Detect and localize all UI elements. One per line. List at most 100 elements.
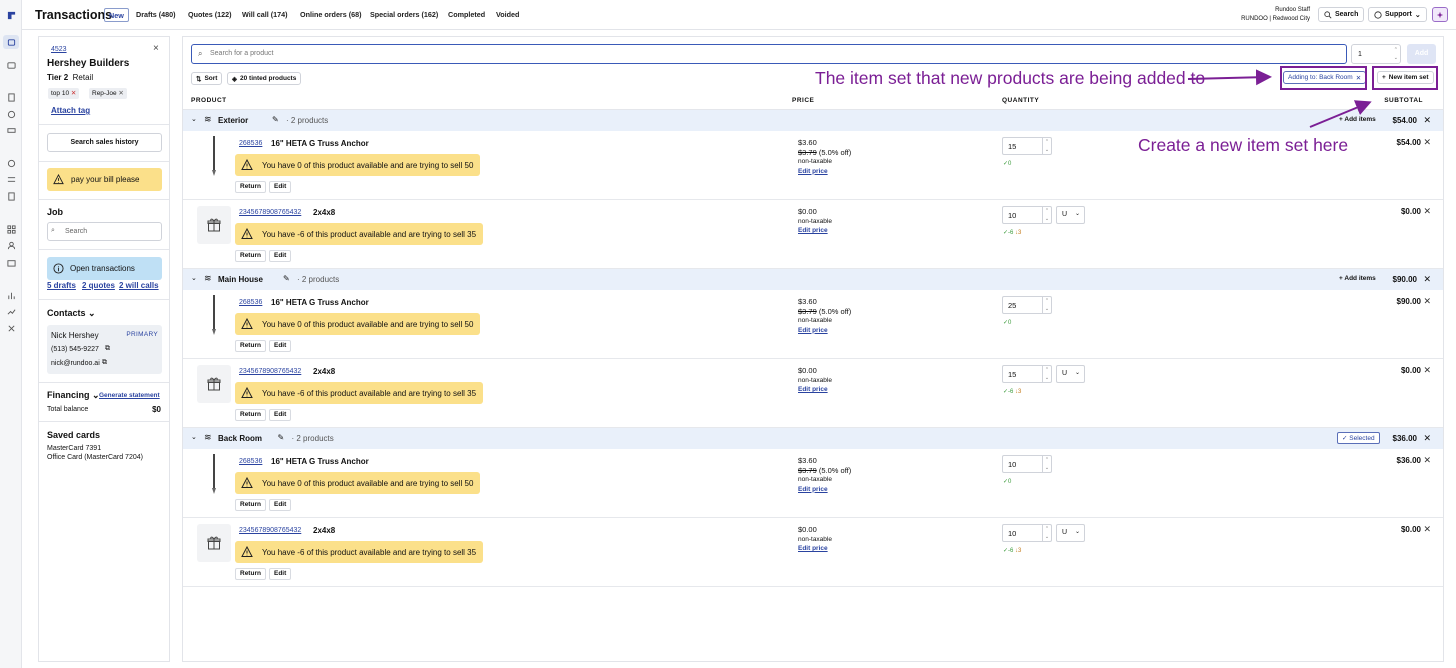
edit-price-link[interactable]: Edit price bbox=[798, 167, 851, 177]
quotes-link[interactable]: 2 quotes bbox=[82, 281, 115, 290]
remove-item-icon[interactable]: ✕ bbox=[1423, 455, 1431, 466]
unit-select[interactable]: U ⌄ bbox=[1056, 365, 1085, 383]
stepper-icon[interactable]: ⌃ ⌄ bbox=[1394, 46, 1398, 62]
tab-quotes[interactable]: Quotes (122) bbox=[188, 8, 232, 22]
pencil-icon[interactable]: ✎ bbox=[272, 115, 279, 124]
add-items-button[interactable]: + Add items bbox=[1339, 275, 1376, 282]
tab-new[interactable]: New bbox=[104, 8, 129, 22]
quantity-stepper[interactable]: 25 ⌃ ⌄ bbox=[1002, 296, 1052, 314]
sku-link[interactable]: 268536 bbox=[239, 458, 262, 465]
drafts-link[interactable]: 5 drafts bbox=[47, 281, 76, 290]
item-set-header[interactable]: ⌄ ≋ Back Room ✎ · 2 products ✓ Selected $36.00… bbox=[183, 428, 1443, 449]
remove-item-icon[interactable]: ✕ bbox=[1423, 206, 1431, 217]
edit-price-link[interactable]: Edit price bbox=[798, 485, 851, 495]
product-search-input[interactable]: ⌕ Search for a product bbox=[191, 44, 1347, 64]
tab-will-call[interactable]: Will call (174) bbox=[242, 8, 287, 22]
tab-voided[interactable]: Voided bbox=[496, 8, 519, 22]
stepper-icon[interactable]: ⌃ ⌄ bbox=[1042, 207, 1051, 223]
stepper-icon[interactable]: ⌃ ⌄ bbox=[1042, 366, 1051, 382]
remove-item-icon[interactable]: ✕ bbox=[1423, 137, 1431, 148]
sku-link[interactable]: 268536 bbox=[239, 299, 262, 306]
sku-link[interactable]: 2345678908765432 bbox=[239, 209, 301, 216]
logo-icon[interactable] bbox=[6, 10, 16, 20]
integrations-icon[interactable] bbox=[6, 323, 16, 333]
remove-item-icon[interactable]: ✕ bbox=[1423, 365, 1431, 376]
return-button[interactable]: Return bbox=[235, 250, 266, 262]
remove-tag-icon[interactable]: ✕ bbox=[118, 90, 123, 97]
sku-link[interactable]: 2345678908765432 bbox=[239, 368, 301, 375]
pencil-icon[interactable]: ✎ bbox=[278, 433, 285, 442]
pencil-icon[interactable]: ✎ bbox=[283, 274, 290, 283]
transactions-icon[interactable] bbox=[6, 92, 16, 102]
stepper-icon[interactable]: ⌃ ⌄ bbox=[1042, 297, 1051, 313]
copy-icon[interactable]: ⧉ bbox=[105, 345, 110, 353]
inventory-icon[interactable] bbox=[6, 158, 16, 168]
return-button[interactable]: Return bbox=[235, 499, 266, 511]
add-items-button[interactable]: + Add items bbox=[1339, 116, 1376, 123]
return-button[interactable]: Return bbox=[235, 409, 266, 421]
return-button[interactable]: Return bbox=[235, 568, 266, 580]
add-button[interactable]: Add bbox=[1407, 44, 1436, 64]
remove-set-icon[interactable]: ✕ bbox=[1423, 115, 1431, 126]
stepper-icon[interactable]: ⌃ ⌄ bbox=[1042, 525, 1051, 541]
edit-price-link[interactable]: Edit price bbox=[798, 385, 832, 395]
return-button[interactable]: Return bbox=[235, 181, 266, 193]
generate-statement-link[interactable]: Generate statement bbox=[99, 392, 160, 399]
edit-price-link[interactable]: Edit price bbox=[798, 326, 851, 336]
magic-button[interactable] bbox=[1432, 7, 1448, 22]
remove-set-icon[interactable]: ✕ bbox=[1423, 274, 1431, 285]
attach-tag-link[interactable]: Attach tag bbox=[51, 106, 90, 115]
tag-chip[interactable]: Rep-Joe ✕ bbox=[89, 88, 127, 99]
tinted-products-button[interactable]: ◈ 20 tinted products bbox=[227, 72, 302, 85]
remove-item-icon[interactable]: ✕ bbox=[1423, 296, 1431, 307]
transfer-icon[interactable] bbox=[6, 174, 16, 184]
user-info[interactable]: Rundoo Staff RUNDOO | Redwood City bbox=[1241, 6, 1310, 23]
tab-drafts[interactable]: Drafts (480) bbox=[136, 8, 176, 22]
quantity-stepper[interactable]: 10 ⌃ ⌄ bbox=[1002, 524, 1052, 542]
customers-icon[interactable] bbox=[6, 240, 16, 250]
catalog-icon[interactable] bbox=[6, 224, 16, 234]
edit-button[interactable]: Edit bbox=[269, 409, 292, 421]
quantity-stepper[interactable]: 15 ⌃ ⌄ bbox=[1002, 137, 1052, 155]
stepper-icon[interactable]: ⌃ ⌄ bbox=[1042, 138, 1051, 154]
tab-special-orders[interactable]: Special orders (162) bbox=[370, 8, 438, 22]
edit-price-link[interactable]: Edit price bbox=[798, 226, 832, 236]
edit-button[interactable]: Edit bbox=[269, 499, 292, 511]
sort-button[interactable]: ⇅ Sort bbox=[191, 72, 223, 85]
edit-button[interactable]: Edit bbox=[269, 340, 292, 352]
remove-tag-icon[interactable]: ✕ bbox=[71, 90, 76, 97]
register-icon[interactable] bbox=[3, 35, 19, 49]
contacts-heading[interactable]: Contacts ⌄ bbox=[47, 308, 96, 319]
financing-heading[interactable]: Financing ⌄ bbox=[47, 390, 100, 401]
unit-select[interactable]: U ⌄ bbox=[1056, 524, 1085, 542]
tab-completed[interactable]: Completed bbox=[448, 8, 485, 22]
inbox-icon[interactable] bbox=[6, 60, 16, 70]
item-set-header[interactable]: ⌄ ≋ Main House ✎ · 2 products + Add items $90.… bbox=[183, 269, 1443, 290]
quantity-stepper[interactable]: 10 ⌃ ⌄ bbox=[1002, 455, 1052, 473]
vendors-icon[interactable] bbox=[6, 257, 16, 267]
search-sales-history-button[interactable]: Search sales history bbox=[47, 133, 162, 152]
item-set-header[interactable]: ⌄ ≋ Exterior ✎ · 2 products + Add items $54.00… bbox=[183, 110, 1443, 131]
quantity-stepper[interactable]: 15 ⌃ ⌄ bbox=[1002, 365, 1052, 383]
payments-icon[interactable] bbox=[6, 109, 16, 119]
search-button[interactable]: Search bbox=[1318, 7, 1365, 22]
unit-select[interactable]: U ⌄ bbox=[1056, 206, 1085, 224]
quantity-stepper[interactable]: 10 ⌃ ⌄ bbox=[1002, 206, 1052, 224]
cash-icon[interactable] bbox=[6, 125, 16, 135]
orders-icon[interactable] bbox=[6, 191, 16, 201]
chevron-down-icon[interactable]: ⌄ bbox=[191, 274, 197, 282]
support-button[interactable]: Support ⌄ bbox=[1368, 7, 1427, 22]
stepper-icon[interactable]: ⌃ ⌄ bbox=[1042, 456, 1051, 472]
chevron-down-icon[interactable]: ⌄ bbox=[191, 433, 197, 441]
edit-price-link[interactable]: Edit price bbox=[798, 544, 832, 554]
analytics-icon[interactable] bbox=[6, 306, 16, 316]
sku-link[interactable]: 2345678908765432 bbox=[239, 527, 301, 534]
will-calls-link[interactable]: 2 will calls bbox=[119, 281, 159, 290]
copy-icon[interactable]: ⧉ bbox=[102, 359, 107, 367]
sku-link[interactable]: 268536 bbox=[239, 140, 262, 147]
selected-badge[interactable]: ✓ Selected bbox=[1337, 432, 1380, 444]
tag-chip[interactable]: top 10 ✕ bbox=[48, 88, 80, 99]
job-search-input[interactable]: Search bbox=[47, 222, 162, 241]
close-icon[interactable]: × bbox=[153, 43, 159, 54]
remove-set-icon[interactable]: ✕ bbox=[1423, 433, 1431, 444]
